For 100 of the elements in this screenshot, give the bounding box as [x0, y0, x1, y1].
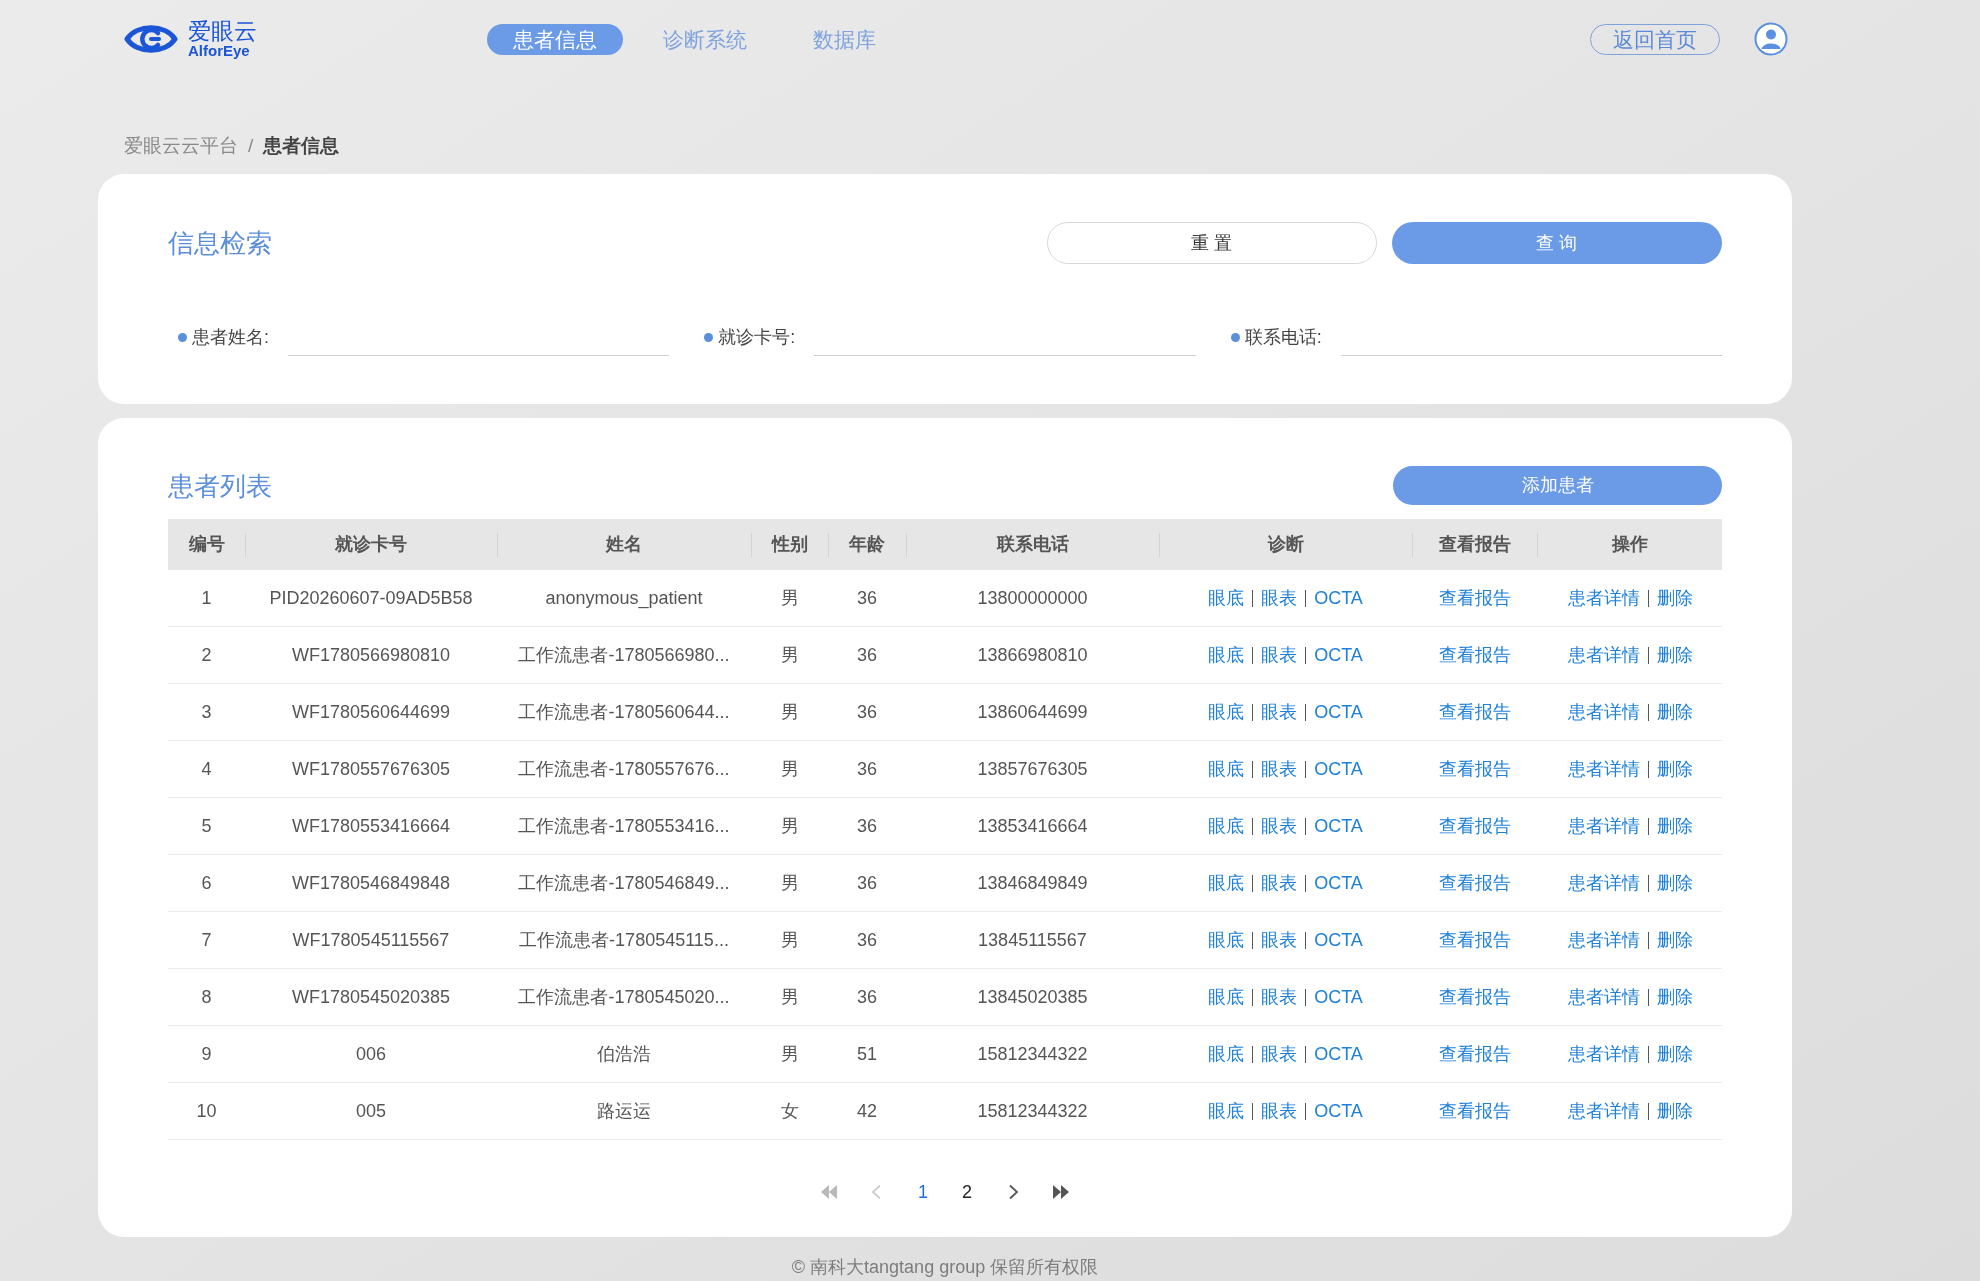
breadcrumb-link[interactable]: 患者信息	[263, 135, 340, 157]
report-link[interactable]: 查看报告	[1438, 641, 1511, 669]
delete-link[interactable]: 删除	[1656, 1040, 1693, 1068]
detail-link[interactable]: 患者详情	[1567, 1097, 1640, 1125]
diagnosis-link[interactable]: 眼表	[1261, 926, 1298, 954]
table-cell-text: 36	[856, 928, 878, 952]
diagnosis-link[interactable]: OCTA	[1314, 869, 1363, 897]
diagnosis-link[interactable]: OCTA	[1314, 1040, 1363, 1068]
bullet-icon	[1230, 332, 1240, 342]
table-cell-text: 路运运	[596, 1099, 652, 1123]
diagnosis-link[interactable]: 眼表	[1261, 812, 1298, 840]
diagnosis-link[interactable]: 眼表	[1261, 755, 1298, 783]
diagnosis-link[interactable]: 眼底	[1208, 584, 1245, 612]
breadcrumb-link[interactable]: 爱眼云云平台	[124, 135, 238, 157]
diagnosis-link[interactable]: 眼底	[1208, 641, 1245, 669]
search-button[interactable]: 查 询	[1392, 222, 1722, 264]
detail-link[interactable]: 患者详情	[1567, 812, 1640, 840]
report-link[interactable]: 查看报告	[1438, 755, 1511, 783]
column-header: 性别	[751, 519, 828, 570]
bullet-icon	[178, 332, 187, 342]
column-header: 年龄	[828, 519, 906, 570]
table-cell-text: 51	[856, 1042, 878, 1066]
diagnosis-link[interactable]: 眼表	[1261, 584, 1298, 612]
double-right-arrow-icon[interactable]	[1052, 1184, 1070, 1200]
diagnosis-link[interactable]: OCTA	[1314, 1097, 1363, 1125]
diagnosis-link[interactable]: OCTA	[1314, 983, 1363, 1011]
table-cell-text: 13860644699	[976, 700, 1089, 724]
table-cell-text: 005	[354, 1099, 387, 1123]
detail-link[interactable]: 患者详情	[1567, 1040, 1640, 1068]
table-cell-text: 1	[200, 586, 213, 610]
detail-link[interactable]: 患者详情	[1567, 698, 1640, 726]
report-link[interactable]: 查看报告	[1438, 869, 1511, 897]
reset-button[interactable]: 重 置	[1047, 222, 1377, 264]
table-cell-text: 9	[200, 1042, 213, 1066]
diagnosis-link[interactable]: 眼底	[1208, 1097, 1245, 1125]
diagnosis-link[interactable]: 眼底	[1208, 698, 1245, 726]
delete-link[interactable]: 删除	[1656, 698, 1693, 726]
report-link[interactable]: 查看报告	[1438, 812, 1511, 840]
nav-tab[interactable]: 数据库	[787, 23, 902, 55]
delete-link[interactable]: 删除	[1656, 869, 1693, 897]
delete-link[interactable]: 删除	[1656, 1097, 1693, 1125]
diagnosis-link[interactable]: OCTA	[1314, 584, 1363, 612]
table-cell-text: 8	[200, 985, 213, 1009]
delete-link[interactable]: 删除	[1656, 926, 1693, 954]
user-avatar-icon[interactable]	[1754, 22, 1788, 56]
diagnosis-link[interactable]: 眼表	[1261, 1040, 1298, 1068]
table-cell-text: 10	[195, 1099, 218, 1123]
diagnosis-link[interactable]: 眼底	[1208, 755, 1245, 783]
column-header: 操作	[1537, 519, 1723, 570]
detail-link[interactable]: 患者详情	[1567, 584, 1640, 612]
add-patient-button[interactable]: 添加患者	[1393, 466, 1722, 505]
delete-link[interactable]: 删除	[1656, 584, 1693, 612]
report-link[interactable]: 查看报告	[1438, 584, 1511, 612]
table-cell-text: WF1780557676305	[290, 757, 452, 781]
detail-link[interactable]: 患者详情	[1567, 755, 1640, 783]
table-cell-text: WF1780545115567	[291, 928, 451, 952]
page-number[interactable]: 1	[916, 1178, 930, 1206]
page-number[interactable]: 2	[960, 1178, 974, 1206]
diagnosis-link[interactable]: 眼底	[1208, 926, 1245, 954]
diagnosis-link[interactable]: OCTA	[1314, 926, 1363, 954]
table-cell-text: 006	[354, 1042, 387, 1066]
diagnosis-link[interactable]: OCTA	[1314, 641, 1363, 669]
detail-link[interactable]: 患者详情	[1567, 869, 1640, 897]
diagnosis-link[interactable]: 眼表	[1261, 1097, 1298, 1125]
nav-tab[interactable]: 患者信息	[487, 23, 623, 55]
breadcrumb-separator: /	[248, 135, 254, 157]
diagnosis-link[interactable]: OCTA	[1314, 755, 1363, 783]
diagnosis-link[interactable]: OCTA	[1314, 698, 1363, 726]
table-cell-text: 13846849849	[976, 871, 1089, 895]
table-cell-text: 15812344322	[976, 1099, 1089, 1123]
diagnosis-link[interactable]: 眼表	[1261, 983, 1298, 1011]
delete-link[interactable]: 删除	[1656, 641, 1693, 669]
report-link[interactable]: 查看报告	[1438, 698, 1511, 726]
table-cell-text: 2	[200, 643, 213, 667]
diagnosis-link[interactable]: 眼底	[1208, 869, 1245, 897]
detail-link[interactable]: 患者详情	[1567, 926, 1640, 954]
table-cell-text: 男	[779, 814, 800, 838]
report-link[interactable]: 查看报告	[1438, 983, 1511, 1011]
delete-link[interactable]: 删除	[1656, 755, 1693, 783]
nav-tab[interactable]: 诊断系统	[637, 23, 773, 55]
diagnosis-link[interactable]: OCTA	[1314, 812, 1363, 840]
field-label: 患者姓名:	[192, 325, 269, 349]
table-cell-text: PID20260607-09AD5B58	[268, 586, 474, 610]
diagnosis-link[interactable]: 眼表	[1261, 869, 1298, 897]
diagnosis-link[interactable]: 眼表	[1261, 641, 1298, 669]
detail-link[interactable]: 患者详情	[1567, 641, 1640, 669]
detail-link[interactable]: 患者详情	[1567, 983, 1640, 1011]
diagnosis-link[interactable]: 眼底	[1208, 1040, 1245, 1068]
diagnosis-link[interactable]: 眼表	[1261, 698, 1298, 726]
table-cell-text: 36	[856, 985, 878, 1009]
diagnosis-link[interactable]: 眼底	[1208, 812, 1245, 840]
table-cell-text: 工作流患者-1780566980...	[517, 643, 731, 667]
report-link[interactable]: 查看报告	[1438, 926, 1511, 954]
delete-link[interactable]: 删除	[1656, 812, 1693, 840]
table-cell-text: WF1780546849848	[290, 871, 452, 895]
section-title: 患者列表	[168, 472, 272, 499]
report-link[interactable]: 查看报告	[1438, 1097, 1511, 1125]
diagnosis-link[interactable]: 眼底	[1208, 983, 1245, 1011]
report-link[interactable]: 查看报告	[1438, 1040, 1511, 1068]
delete-link[interactable]: 删除	[1656, 983, 1693, 1011]
